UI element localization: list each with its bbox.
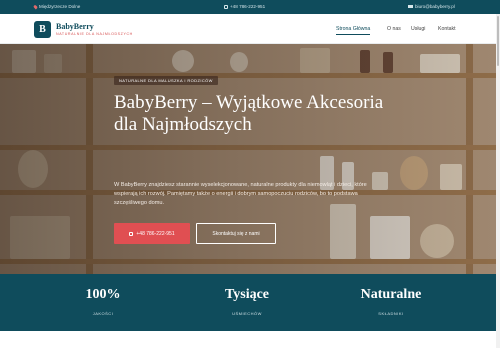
nav-item-services[interactable]: Usługi <box>411 26 425 32</box>
stats-section: 100% JAKOŚCI Tysiące UŚMIECHÓW Naturalne… <box>0 274 496 331</box>
phone-text[interactable]: +48 786-222-951 <box>230 4 265 9</box>
email-info[interactable]: biuro@babyberry.pl <box>408 4 455 9</box>
page-scrollbar[interactable] <box>496 14 500 348</box>
stat-value: 100% <box>85 287 121 302</box>
logo[interactable]: B <box>34 21 51 38</box>
brand-name[interactable]: BabyBerry <box>56 22 94 31</box>
phone-info[interactable]: +48 786-222-951 <box>224 4 265 9</box>
stat-item: Naturalne SKŁADNIKI <box>331 287 451 316</box>
location-info: Międzyrzecze Dolne <box>33 4 81 9</box>
phone-icon <box>224 4 228 9</box>
brand-tagline: NATURALNIE DLA NAJMŁODSZYCH <box>56 32 133 36</box>
top-info-bar: Międzyrzecze Dolne +48 786-222-951 biuro… <box>0 0 500 14</box>
hero-title: BabyBerry – Wyjątkowe Akcesoria dla Najm… <box>114 92 384 135</box>
nav-item-about[interactable]: O nas <box>387 26 401 32</box>
nav-item-home[interactable]: Strona Główna <box>336 26 371 35</box>
stat-label: UŚMIECHÓW <box>232 311 262 316</box>
scrollbar-thumb[interactable] <box>497 16 499 66</box>
hero-badge: NATURALNE DLA MALUSZKA I RODZICÓW <box>114 76 218 85</box>
email-text[interactable]: biuro@babyberry.pl <box>415 4 455 9</box>
call-button[interactable]: +48 786-222-951 <box>114 223 190 244</box>
hero-section: NATURALNE DLA MALUSZKA I RODZICÓW BabyBe… <box>0 44 496 274</box>
hero-description: W BabyBerry znajdziesz starannie wyselek… <box>114 182 367 206</box>
stat-item: 100% JAKOŚCI <box>43 287 163 316</box>
stat-label: SKŁADNIKI <box>378 311 404 316</box>
stat-label: JAKOŚCI <box>92 311 114 316</box>
stat-value: Naturalne <box>360 287 422 302</box>
contact-button[interactable]: Skontaktuj się z nami <box>196 223 276 244</box>
phone-icon <box>129 231 134 236</box>
next-section-edge <box>0 331 496 348</box>
stat-item: Tysiące UŚMIECHÓW <box>187 287 307 316</box>
location-text: Międzyrzecze Dolne <box>39 4 81 9</box>
mail-icon <box>408 4 413 9</box>
nav-item-contact[interactable]: Kontakt <box>438 26 456 32</box>
map-pin-icon <box>33 4 38 9</box>
stat-value: Tysiące <box>224 287 270 302</box>
site-header: B BabyBerry NATURALNIE DLA NAJMŁODSZYCH … <box>0 14 500 44</box>
call-button-label: +48 786-222-951 <box>136 230 175 237</box>
